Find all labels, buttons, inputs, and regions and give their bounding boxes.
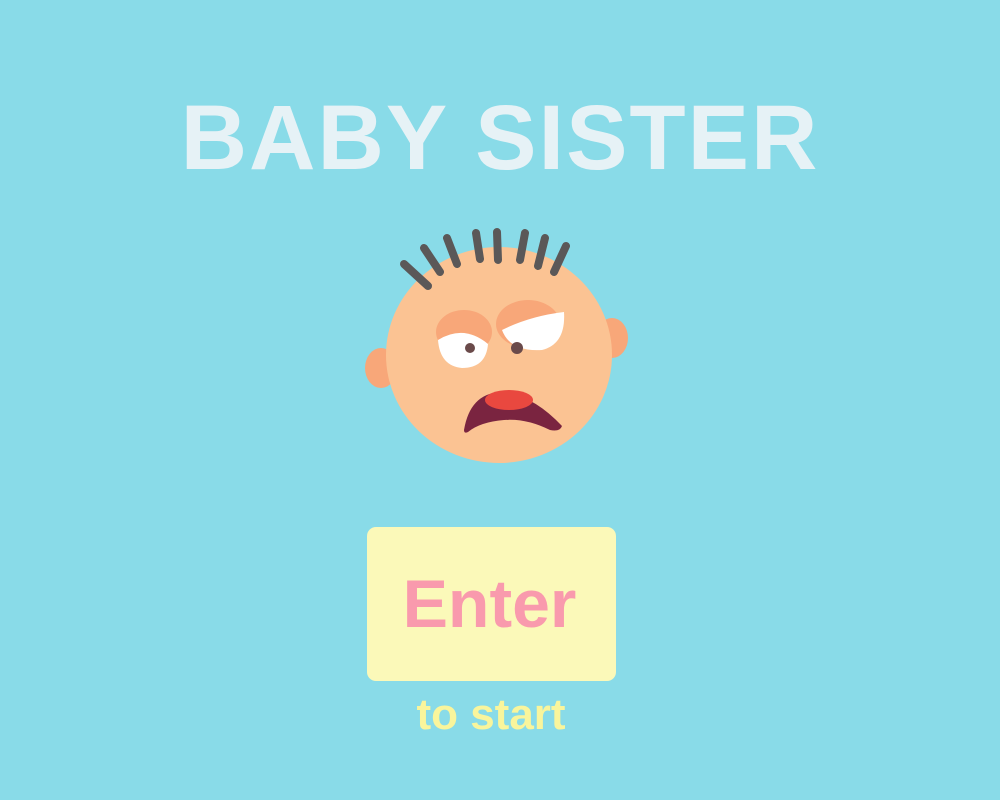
angry-baby-face-icon (365, 228, 628, 463)
enter-button-label: Enter (402, 566, 577, 642)
start-hint-text: to start (416, 690, 566, 739)
enter-start-button[interactable]: Enter (367, 527, 616, 681)
game-title: BABY SISTER (180, 87, 820, 189)
